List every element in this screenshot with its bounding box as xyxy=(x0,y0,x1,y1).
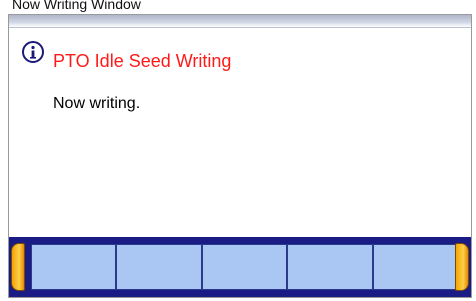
scroll-left-tab[interactable] xyxy=(11,243,25,291)
window-caption: Now Writing Window xyxy=(12,0,141,12)
info-icon xyxy=(22,41,44,63)
function-key-2[interactable] xyxy=(116,244,202,290)
function-key-3[interactable] xyxy=(202,244,287,290)
status-message: Now writing. xyxy=(53,95,141,112)
function-key-5[interactable] xyxy=(373,244,457,290)
scroll-right-tab[interactable] xyxy=(455,243,469,291)
function-key-4[interactable] xyxy=(287,244,373,290)
function-key-1[interactable] xyxy=(31,244,116,290)
function-key-bar xyxy=(9,237,471,297)
title-bar xyxy=(9,15,471,28)
dialog-window: PTO Idle Seed Writing Now writing. xyxy=(8,14,472,298)
dialog-title: PTO Idle Seed Writing xyxy=(53,51,232,71)
